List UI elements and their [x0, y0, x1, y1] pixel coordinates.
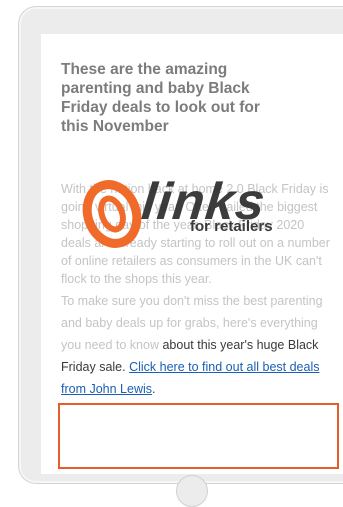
links-logo-ring-icon — [82, 180, 142, 248]
article-title: These are the amazing parenting and baby… — [61, 61, 260, 135]
links-logo-tagline: for retailers — [190, 218, 273, 235]
links-logo: links for retailers — [80, 170, 310, 265]
article-paragraph-2: To make sure you don't miss the best par… — [61, 290, 333, 400]
home-button — [176, 475, 208, 507]
link-suffix: . — [152, 382, 156, 396]
